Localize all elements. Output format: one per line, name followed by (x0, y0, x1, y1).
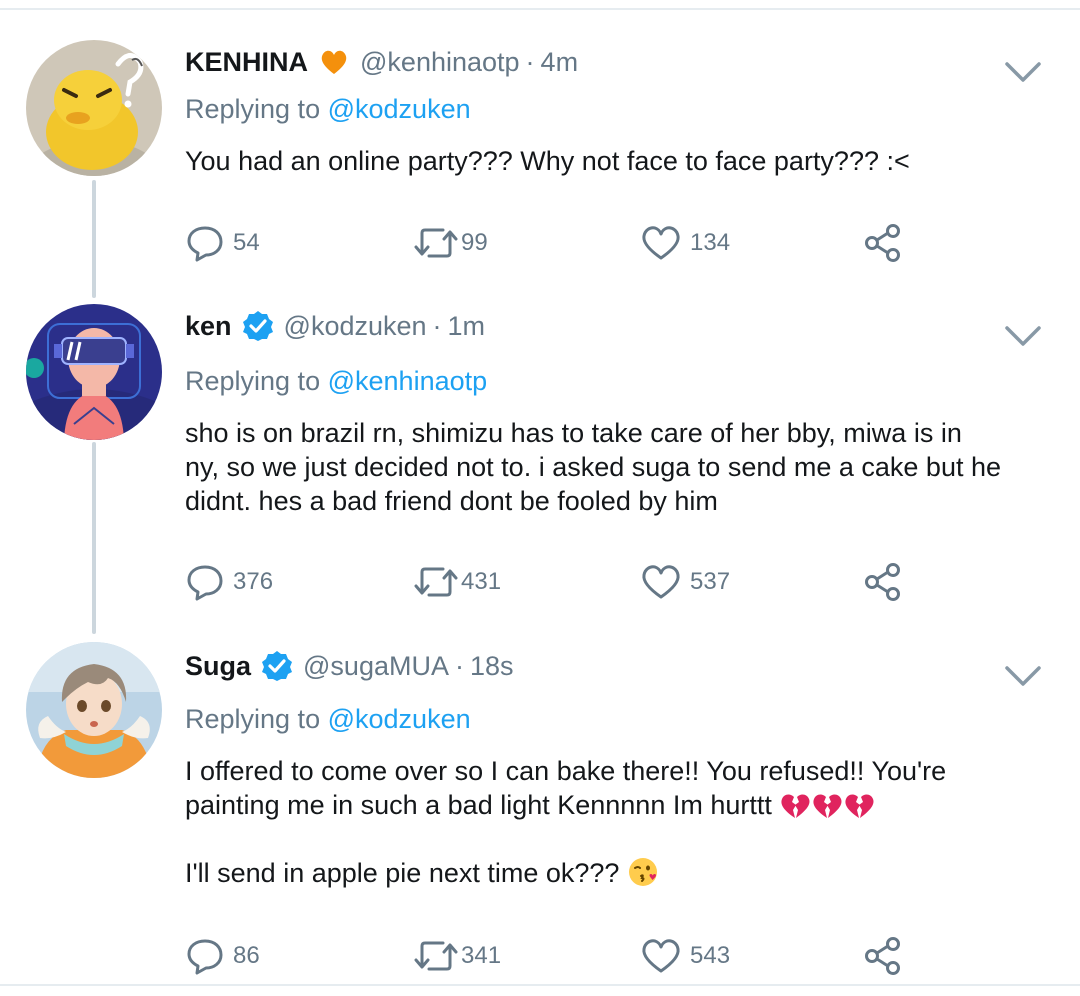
verified-badge-icon (262, 651, 293, 681)
avatar[interactable] (26, 304, 162, 440)
chevron-down-icon[interactable] (1003, 322, 1043, 350)
retweet-icon (414, 228, 458, 258)
retweet-icon (414, 941, 458, 971)
separator-dot: · (525, 46, 535, 77)
tweet-header: Suga @sugaMUA · 18s (185, 644, 514, 688)
separator-dot: · (432, 310, 442, 341)
share-icon (865, 563, 900, 601)
tweet-text: You had an online party??? Why not face … (185, 144, 1055, 178)
replying-to: Replying to @kodzuken (185, 94, 471, 125)
orange-heart-icon (321, 50, 347, 74)
retweet-button[interactable]: 99 (413, 221, 488, 265)
replying-to: Replying to @kenhinaotp (185, 366, 487, 397)
tweet-suga[interactable]: Suga @sugaMUA · 18s Replying to @kodzuke… (0, 642, 1080, 982)
reply-icon (187, 939, 223, 975)
replying-prefix: Replying to (185, 94, 321, 124)
like-count: 134 (690, 229, 731, 256)
retweet-count: 431 (461, 568, 502, 595)
timestamp[interactable]: 1m (448, 311, 486, 342)
top-divider (0, 8, 1080, 10)
chevron-down-icon[interactable] (1003, 662, 1043, 690)
tweet-ken[interactable]: ken @kodzuken · 1m Replying to @kenhinao… (0, 304, 1080, 614)
reply-count: 86 (233, 942, 260, 969)
chevron-down-icon[interactable] (1003, 58, 1043, 86)
face-blowing-kiss-icon (628, 858, 657, 886)
retweet-button[interactable]: 431 (413, 560, 501, 604)
handle[interactable]: @kenhinaotp (360, 47, 520, 78)
heart-icon (642, 939, 680, 973)
retweet-count: 99 (461, 229, 488, 256)
share-icon (865, 224, 900, 262)
tweet-text-line: I offered to come over so I can bake the… (185, 756, 947, 786)
bottom-divider (0, 984, 1080, 986)
action-bar: 86 341 543 (185, 934, 945, 978)
reply-icon (187, 226, 223, 262)
replying-to-link[interactable]: @kenhinaotp (328, 366, 488, 396)
replying-to-link[interactable]: @kodzuken (328, 704, 471, 734)
like-button[interactable]: 543 (640, 934, 730, 978)
reply-button[interactable]: 376 (185, 560, 273, 604)
retweet-count: 341 (461, 942, 502, 969)
yellow-duck-avatar-icon (26, 40, 162, 176)
tweet-text: sho is on brazil rn, shimizu has to take… (185, 416, 1055, 518)
tweet-text-line: didnt. hes a bad friend dont be fooled b… (185, 486, 718, 516)
tweet-header: ken @kodzuken · 1m (185, 304, 485, 348)
replying-prefix: Replying to (185, 704, 321, 734)
broken-heart-icon (781, 794, 874, 818)
timestamp[interactable]: 18s (470, 651, 514, 682)
like-button[interactable]: 134 (640, 221, 730, 265)
replying-prefix: Replying to (185, 366, 321, 396)
avatar[interactable] (26, 642, 162, 778)
tweet-text-line: sho is on brazil rn, shimizu has to take… (185, 418, 962, 448)
handle[interactable]: @sugaMUA (303, 651, 449, 682)
share-icon (865, 937, 900, 975)
tweet-text-segment: I'll send in apple pie next time ok??? (185, 858, 620, 888)
share-button[interactable] (863, 221, 905, 265)
heart-icon (642, 226, 680, 260)
like-count: 543 (690, 942, 731, 969)
reply-count: 376 (233, 568, 274, 595)
tweet-text-line-with-emoji: I'll send in apple pie next time ok??? (185, 856, 1055, 890)
verified-badge-icon (242, 311, 273, 341)
tweet-kenhina[interactable]: KENHINA @kenhinaotp · 4m Replying to @ko… (0, 40, 1080, 280)
tweet-text-line: ny, so we just decided not to. i asked s… (185, 452, 1001, 482)
retweet-button[interactable]: 341 (413, 934, 501, 978)
tweet-text-line: You had an online party??? Why not face … (185, 146, 910, 176)
tweet-text-segment: painting me in such a bad light Kennnnn … (185, 790, 772, 820)
avatar[interactable] (26, 40, 162, 176)
like-count: 537 (690, 568, 731, 595)
replying-to: Replying to @kodzuken (185, 704, 471, 735)
tweet-text-line-with-emoji: painting me in such a bad light Kennnnn … (185, 788, 1055, 822)
tweet-header: KENHINA @kenhinaotp · 4m (185, 40, 578, 84)
retweet-icon (414, 567, 458, 597)
display-name[interactable]: KENHINA (185, 47, 308, 78)
heart-icon (642, 565, 680, 599)
gamer-headset-avatar-icon (26, 304, 162, 440)
action-bar: 54 99 134 (185, 221, 945, 265)
share-button[interactable] (863, 560, 905, 604)
handle[interactable]: @kodzuken (284, 311, 427, 342)
separator-dot: · (454, 650, 464, 681)
like-button[interactable]: 537 (640, 560, 730, 604)
share-button[interactable] (863, 934, 905, 978)
display-name[interactable]: Suga (185, 651, 251, 682)
reply-icon (187, 565, 223, 601)
action-bar: 376 431 537 (185, 560, 945, 604)
timestamp[interactable]: 4m (541, 47, 579, 78)
reply-count: 54 (233, 229, 260, 256)
tweet-text: I offered to come over so I can bake the… (185, 754, 1055, 890)
anime-winter-avatar-icon (26, 642, 162, 778)
replying-to-link[interactable]: @kodzuken (328, 94, 471, 124)
reply-button[interactable]: 86 (185, 934, 260, 978)
reply-button[interactable]: 54 (185, 221, 260, 265)
display-name[interactable]: ken (185, 311, 232, 342)
